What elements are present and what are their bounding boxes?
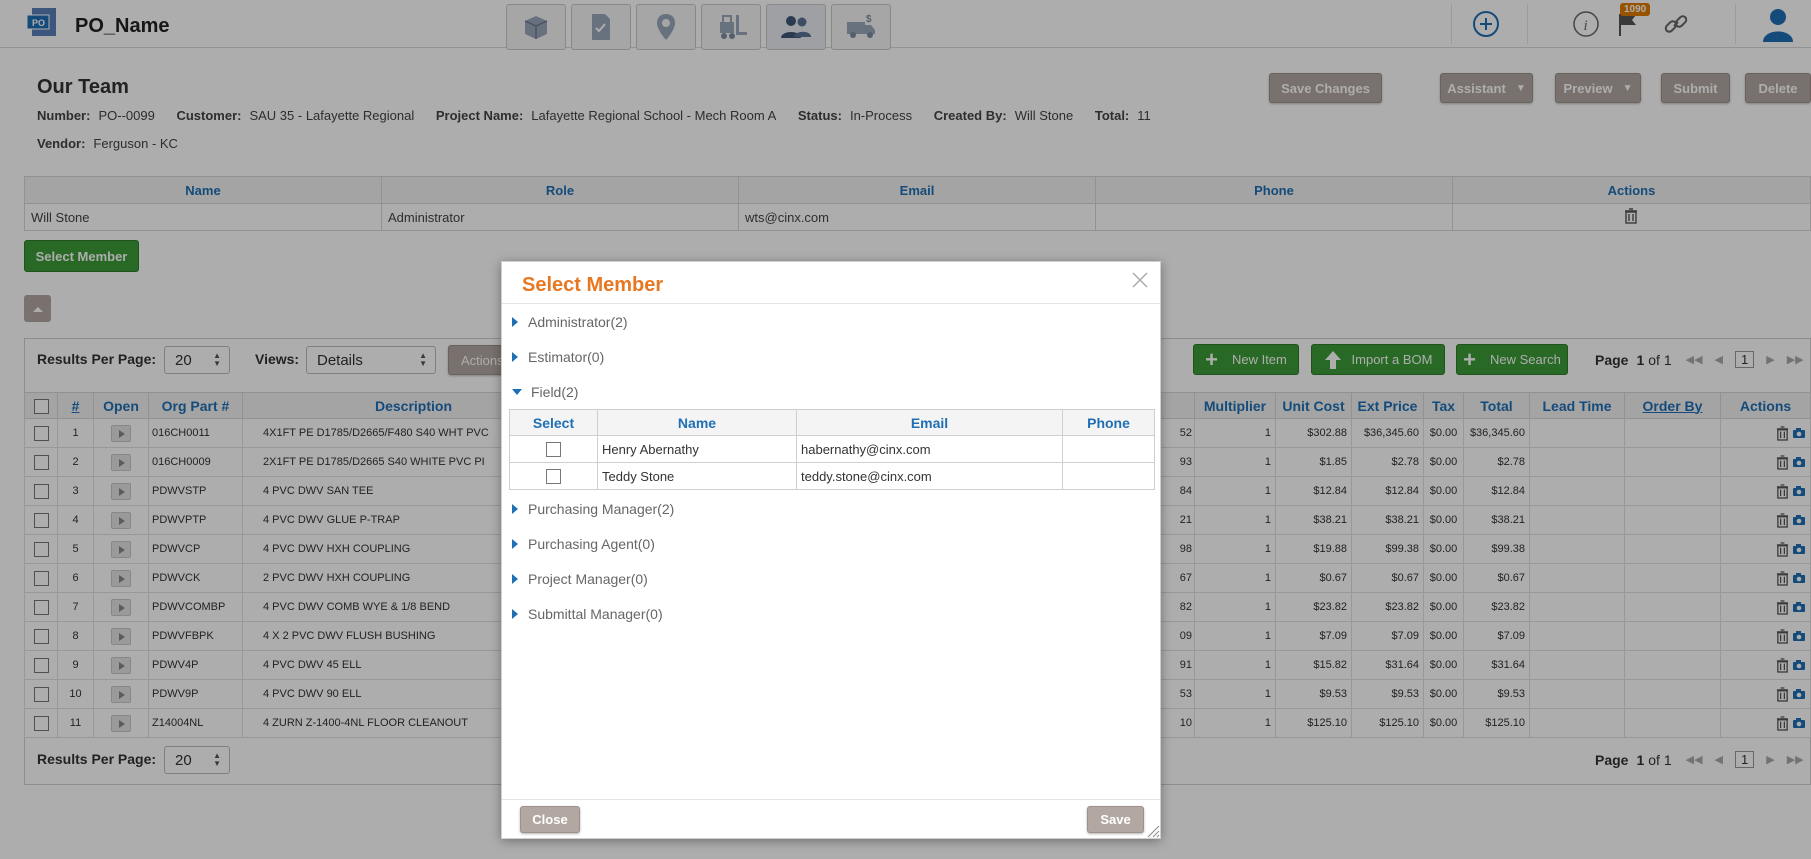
save-button[interactable]: Save xyxy=(1087,806,1144,833)
field-members-table: Select Name Email Phone Henry Abernathy … xyxy=(509,409,1155,490)
group-label: Purchasing Agent(0) xyxy=(528,536,655,552)
member-email: teddy.stone@cinx.com xyxy=(796,462,1063,490)
group-submittal-manager[interactable]: Submittal Manager(0) xyxy=(512,606,663,622)
collapse-arrow-icon xyxy=(512,389,522,395)
member-checkbox[interactable] xyxy=(545,469,561,485)
resize-grip-icon[interactable] xyxy=(1146,824,1160,838)
expand-arrow-icon xyxy=(512,609,518,619)
group-label: Field(2) xyxy=(531,384,579,400)
member-col-select: Select xyxy=(509,409,598,436)
group-purchasing-manager[interactable]: Purchasing Manager(2) xyxy=(512,501,674,517)
expand-arrow-icon xyxy=(512,504,518,514)
member-checkbox[interactable] xyxy=(545,442,561,458)
group-label: Purchasing Manager(2) xyxy=(528,501,675,517)
table-row: Henry Abernathy habernathy@cinx.com xyxy=(509,435,1155,463)
expand-arrow-icon xyxy=(512,574,518,584)
table-row: Teddy Stone teddy.stone@cinx.com xyxy=(509,462,1155,490)
expand-arrow-icon xyxy=(512,352,518,362)
group-estimator[interactable]: Estimator(0) xyxy=(512,349,604,365)
expand-arrow-icon xyxy=(512,539,518,549)
close-button[interactable]: Close xyxy=(520,806,580,833)
group-administrator[interactable]: Administrator(2) xyxy=(512,314,628,330)
close-icon[interactable] xyxy=(1130,270,1150,290)
member-col-phone: Phone xyxy=(1062,409,1155,436)
group-purchasing-agent[interactable]: Purchasing Agent(0) xyxy=(512,536,655,552)
expand-arrow-icon xyxy=(512,317,518,327)
group-label: Estimator(0) xyxy=(528,349,605,365)
member-name: Teddy Stone xyxy=(597,462,797,490)
member-select-cell xyxy=(509,435,598,463)
member-name: Henry Abernathy xyxy=(597,435,797,463)
group-field[interactable]: Field(2) xyxy=(512,384,578,400)
group-label: Submittal Manager(0) xyxy=(528,606,663,622)
group-label: Administrator(2) xyxy=(528,314,628,330)
member-select-cell xyxy=(509,462,598,490)
member-col-name: Name xyxy=(597,409,797,436)
member-col-email: Email xyxy=(796,409,1063,436)
member-phone xyxy=(1062,462,1155,490)
member-email: habernathy@cinx.com xyxy=(796,435,1063,463)
group-label: Project Manager(0) xyxy=(528,571,648,587)
group-project-manager[interactable]: Project Manager(0) xyxy=(512,571,648,587)
member-phone xyxy=(1062,435,1155,463)
select-member-dialog: Select Member Administrator(2) Estimator… xyxy=(501,261,1161,839)
dialog-title: Select Member xyxy=(522,274,664,296)
